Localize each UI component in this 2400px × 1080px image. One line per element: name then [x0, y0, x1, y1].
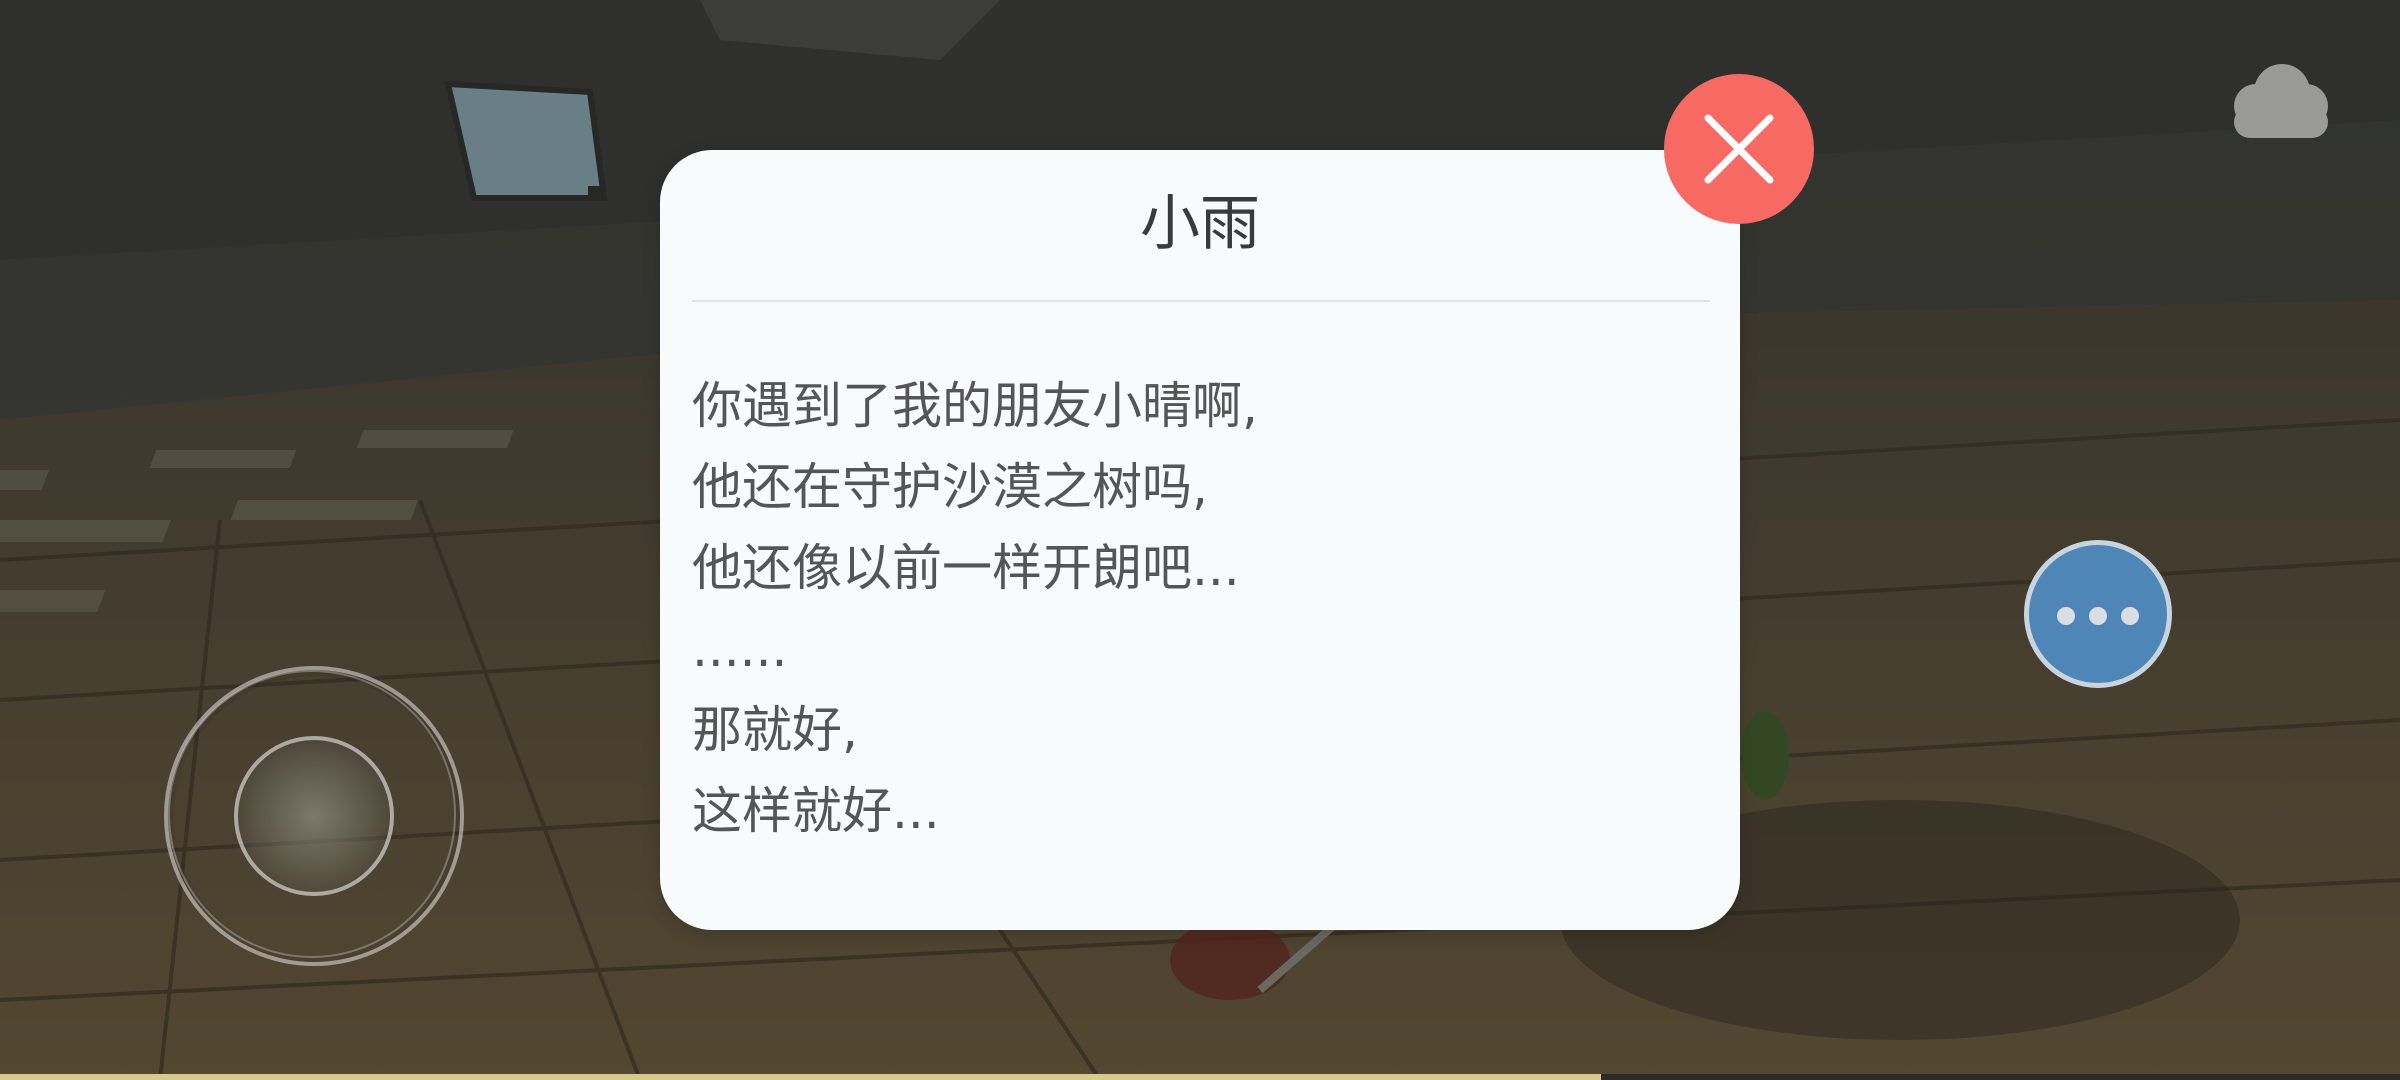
dialog-line: 他还在守护沙漠之树吗,	[692, 458, 1208, 516]
progress-bar-fill	[0, 1074, 1601, 1080]
joystick-knob[interactable]	[234, 736, 394, 896]
dialog-line: 他还像以前一样开朗吧...	[692, 539, 1240, 597]
more-options-button[interactable]	[2024, 540, 2172, 688]
dialog-text: 你遇到了我的朋友小晴啊, 他还在守护沙漠之树吗, 他还像以前一样开朗吧... .…	[692, 366, 1702, 852]
dialog-line: ......	[692, 620, 788, 678]
dialog-line: 那就好,	[692, 701, 858, 759]
dialog-divider	[692, 300, 1710, 302]
close-icon	[1704, 114, 1774, 184]
npc-dialog: 小雨 你遇到了我的朋友小晴啊, 他还在守护沙漠之树吗, 他还像以前一样开朗吧..…	[660, 150, 1740, 930]
speaker-name: 小雨	[1140, 189, 1260, 259]
virtual-joystick[interactable]	[164, 666, 464, 966]
cloud-icon[interactable]	[2222, 62, 2334, 142]
dialog-line: 这样就好...	[692, 782, 940, 840]
ellipsis-icon-dot	[2057, 607, 2075, 625]
game-screen: 小雨 你遇到了我的朋友小晴啊, 他还在守护沙漠之树吗, 他还像以前一样开朗吧..…	[0, 0, 2400, 1080]
dialog-line: 你遇到了我的朋友小晴啊,	[692, 377, 1258, 435]
ellipsis-icon-dot	[2089, 607, 2107, 625]
progress-bar	[0, 1074, 2400, 1080]
close-button[interactable]	[1664, 74, 1814, 224]
ellipsis-icon-dot	[2121, 607, 2139, 625]
